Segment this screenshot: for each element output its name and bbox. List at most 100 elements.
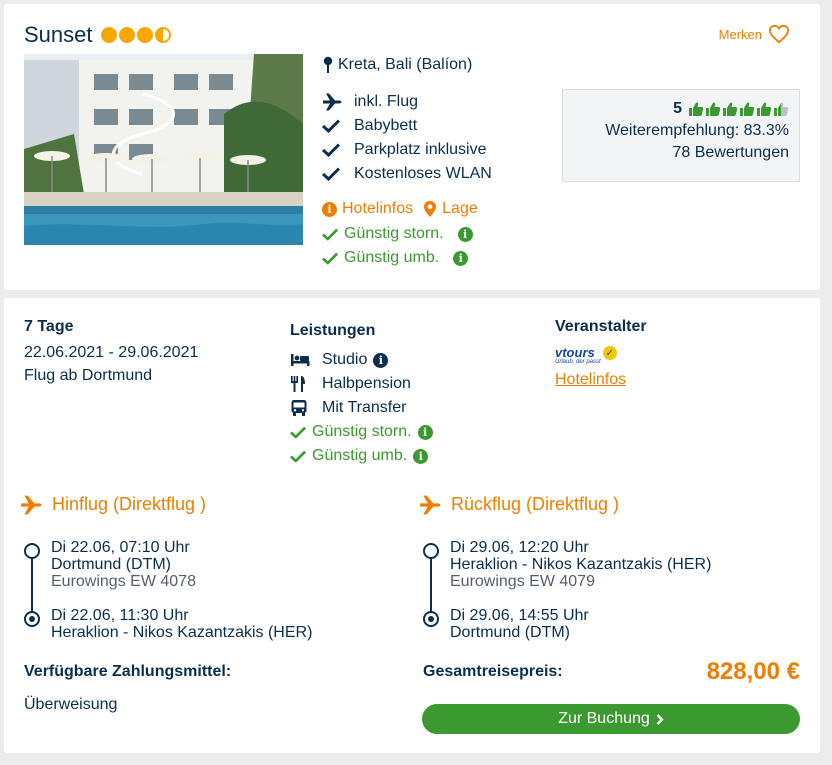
hotel-stars (100, 27, 171, 43)
feature-wlan: Kostenloses WLAN (322, 162, 492, 186)
timeline-start-dot (423, 543, 439, 559)
check-icon (322, 143, 340, 157)
feature-label: Parkplatz inklusive (354, 141, 487, 158)
check-icon (322, 167, 340, 181)
half-star-icon (154, 27, 171, 43)
leistung-label: Mit Transfer (322, 399, 407, 416)
benefit-label: Günstig storn. (312, 423, 412, 440)
leistungen-section: Leistungen Studio i Halbpension Mit Tran… (290, 322, 433, 468)
timeline-end-dot (423, 611, 439, 627)
travel-dates: 22.06.2021 - 29.06.2021 (24, 344, 199, 361)
info-icon[interactable]: i (373, 352, 389, 368)
timeline-line (430, 551, 432, 615)
hotel-card: Sunset Merken Kreta, Bali (Balíon) inkl.… (4, 4, 820, 290)
hotel-title-row: Sunset (24, 22, 171, 48)
info-icon[interactable]: i (457, 226, 473, 242)
book-button-label: Zur Buchung (558, 710, 650, 727)
offer-card: 7 Tage 22.06.2021 - 29.06.2021 Flug ab D… (4, 298, 820, 753)
thumbs-up-icon (706, 102, 721, 116)
timeline-end-dot (24, 611, 40, 627)
leistungen-heading: Leistungen (290, 322, 376, 339)
arr-time: Di 22.06, 11:30 Uhr (51, 607, 189, 624)
return-departure: Di 29.06, 12:20 Uhr Heraklion - Nikos Ka… (450, 539, 711, 590)
thumbs-up-icon (689, 102, 704, 116)
hotelinfos-label: Hotelinfos (342, 200, 414, 217)
timeline-line (31, 551, 33, 615)
return-flight: Rückflug (Direktflug ) Di 29.06, 12:20 U… (419, 494, 793, 649)
arr-time: Di 29.06, 14:55 Uhr (450, 607, 589, 624)
return-arrival: Di 29.06, 14:55 Uhr Dortmund (DTM) (450, 607, 589, 641)
return-header: Rückflug (Direktflug ) (419, 494, 793, 515)
dep-airport: Heraklion - Nikos Kazantzakis (HER) (450, 556, 712, 573)
merken-label: Merken (718, 26, 762, 42)
check-icon (322, 119, 340, 133)
hotelinfos-link[interactable]: i Hotelinfos (322, 200, 413, 218)
thumbs-up-icon (757, 102, 772, 116)
hotel-name[interactable]: Sunset (24, 22, 93, 48)
merken-button[interactable]: Merken (719, 24, 790, 44)
thumbs-up-icon (723, 102, 738, 116)
vtours-check-icon: ✓ (602, 346, 617, 360)
outbound-title: Hinflug (Direktflug ) (52, 494, 207, 514)
chevron-right-icon (656, 713, 664, 725)
info-icon[interactable]: i (453, 250, 469, 266)
feature-babybett: Babybett (322, 114, 492, 138)
feature-label: inkl. Flug (354, 93, 419, 110)
lage-link[interactable]: Lage (423, 200, 478, 218)
dep-time: Di 29.06, 12:20 Uhr (450, 539, 589, 556)
hotel-links: i Hotelinfos Lage (322, 200, 478, 218)
vtours-tagline: Urlaub, der passt (555, 359, 601, 365)
bed-icon (291, 354, 310, 366)
plane-icon (323, 93, 342, 111)
return-title: Rückflug (Direktflug ) (451, 494, 620, 514)
info-icon[interactable]: i (417, 424, 433, 440)
payment-method: Überweisung (24, 696, 118, 713)
leistung-storno: Günstig storn. i (290, 420, 433, 444)
offer-summary: 7 Tage 22.06.2021 - 29.06.2021 Flug ab D… (24, 318, 198, 385)
location-text: Kreta, Bali (Balíon) (338, 56, 473, 73)
vtours-wordmark: vtours (555, 345, 595, 360)
vtours-logo: vtours Urlaub, der passt ✓ (555, 346, 647, 365)
veranstalter-hotelinfos-link[interactable]: Hotelinfos (555, 371, 647, 389)
book-button[interactable]: Zur Buchung (422, 704, 800, 734)
airline: Eurowings EW 4078 (51, 573, 196, 590)
reviews-count: 78 Bewertungen (672, 144, 789, 161)
feature-label: Kostenloses WLAN (354, 165, 492, 182)
veranstalter-section: Veranstalter vtours Urlaub, der passt ✓ … (555, 318, 647, 389)
outbound-arrival: Di 22.06, 11:30 Uhr Heraklion - Nikos Ka… (51, 607, 312, 641)
leistung-transfer: Mit Transfer (290, 396, 433, 420)
benefit-umbuchung: Günstig umb. i (322, 246, 473, 270)
outbound-header: Hinflug (Direktflug ) (20, 494, 354, 515)
rating-score: 5 (673, 100, 682, 117)
arr-airport: Dortmund (DTM) (450, 624, 571, 641)
hotel-photo[interactable] (24, 54, 303, 245)
airline: Eurowings EW 4079 (450, 573, 595, 590)
check-icon (290, 450, 306, 463)
dep-airport: Dortmund (DTM) (51, 556, 172, 573)
plane-icon (420, 495, 441, 514)
check-icon (322, 252, 338, 265)
check-icon (322, 228, 338, 241)
leistung-studio: Studio i (290, 348, 433, 372)
dep-time: Di 22.06, 07:10 Uhr (51, 539, 190, 556)
feature-label: Babybett (354, 117, 418, 134)
cutlery-icon (291, 376, 305, 392)
star-icon (136, 27, 153, 43)
info-icon[interactable]: i (413, 448, 429, 464)
heart-icon (768, 24, 790, 44)
rating-box[interactable]: 5 Weiterempfehlung: 83.3% 78 Bewertungen (562, 89, 800, 182)
hotel-photo-image (24, 54, 303, 245)
veranstalter-heading: Veranstalter (555, 318, 647, 335)
benefit-label: Günstig storn. (344, 225, 444, 242)
bus-icon (291, 400, 307, 416)
recommendation-text: Weiterempfehlung: 83.3% (605, 122, 789, 139)
star-icon (100, 27, 117, 43)
payment-label: Verfügbare Zahlungsmittel: (24, 663, 232, 680)
outbound-flight: Hinflug (Direktflug ) Di 22.06, 07:10 Uh… (20, 494, 354, 649)
rating-score-row: 5 (563, 100, 789, 118)
star-icon (118, 27, 135, 43)
map-marker-icon (424, 201, 437, 217)
thumbs-up-icon (740, 102, 755, 116)
benefit-storno: Günstig storn. i (322, 222, 473, 246)
duration: 7 Tage (24, 318, 74, 335)
